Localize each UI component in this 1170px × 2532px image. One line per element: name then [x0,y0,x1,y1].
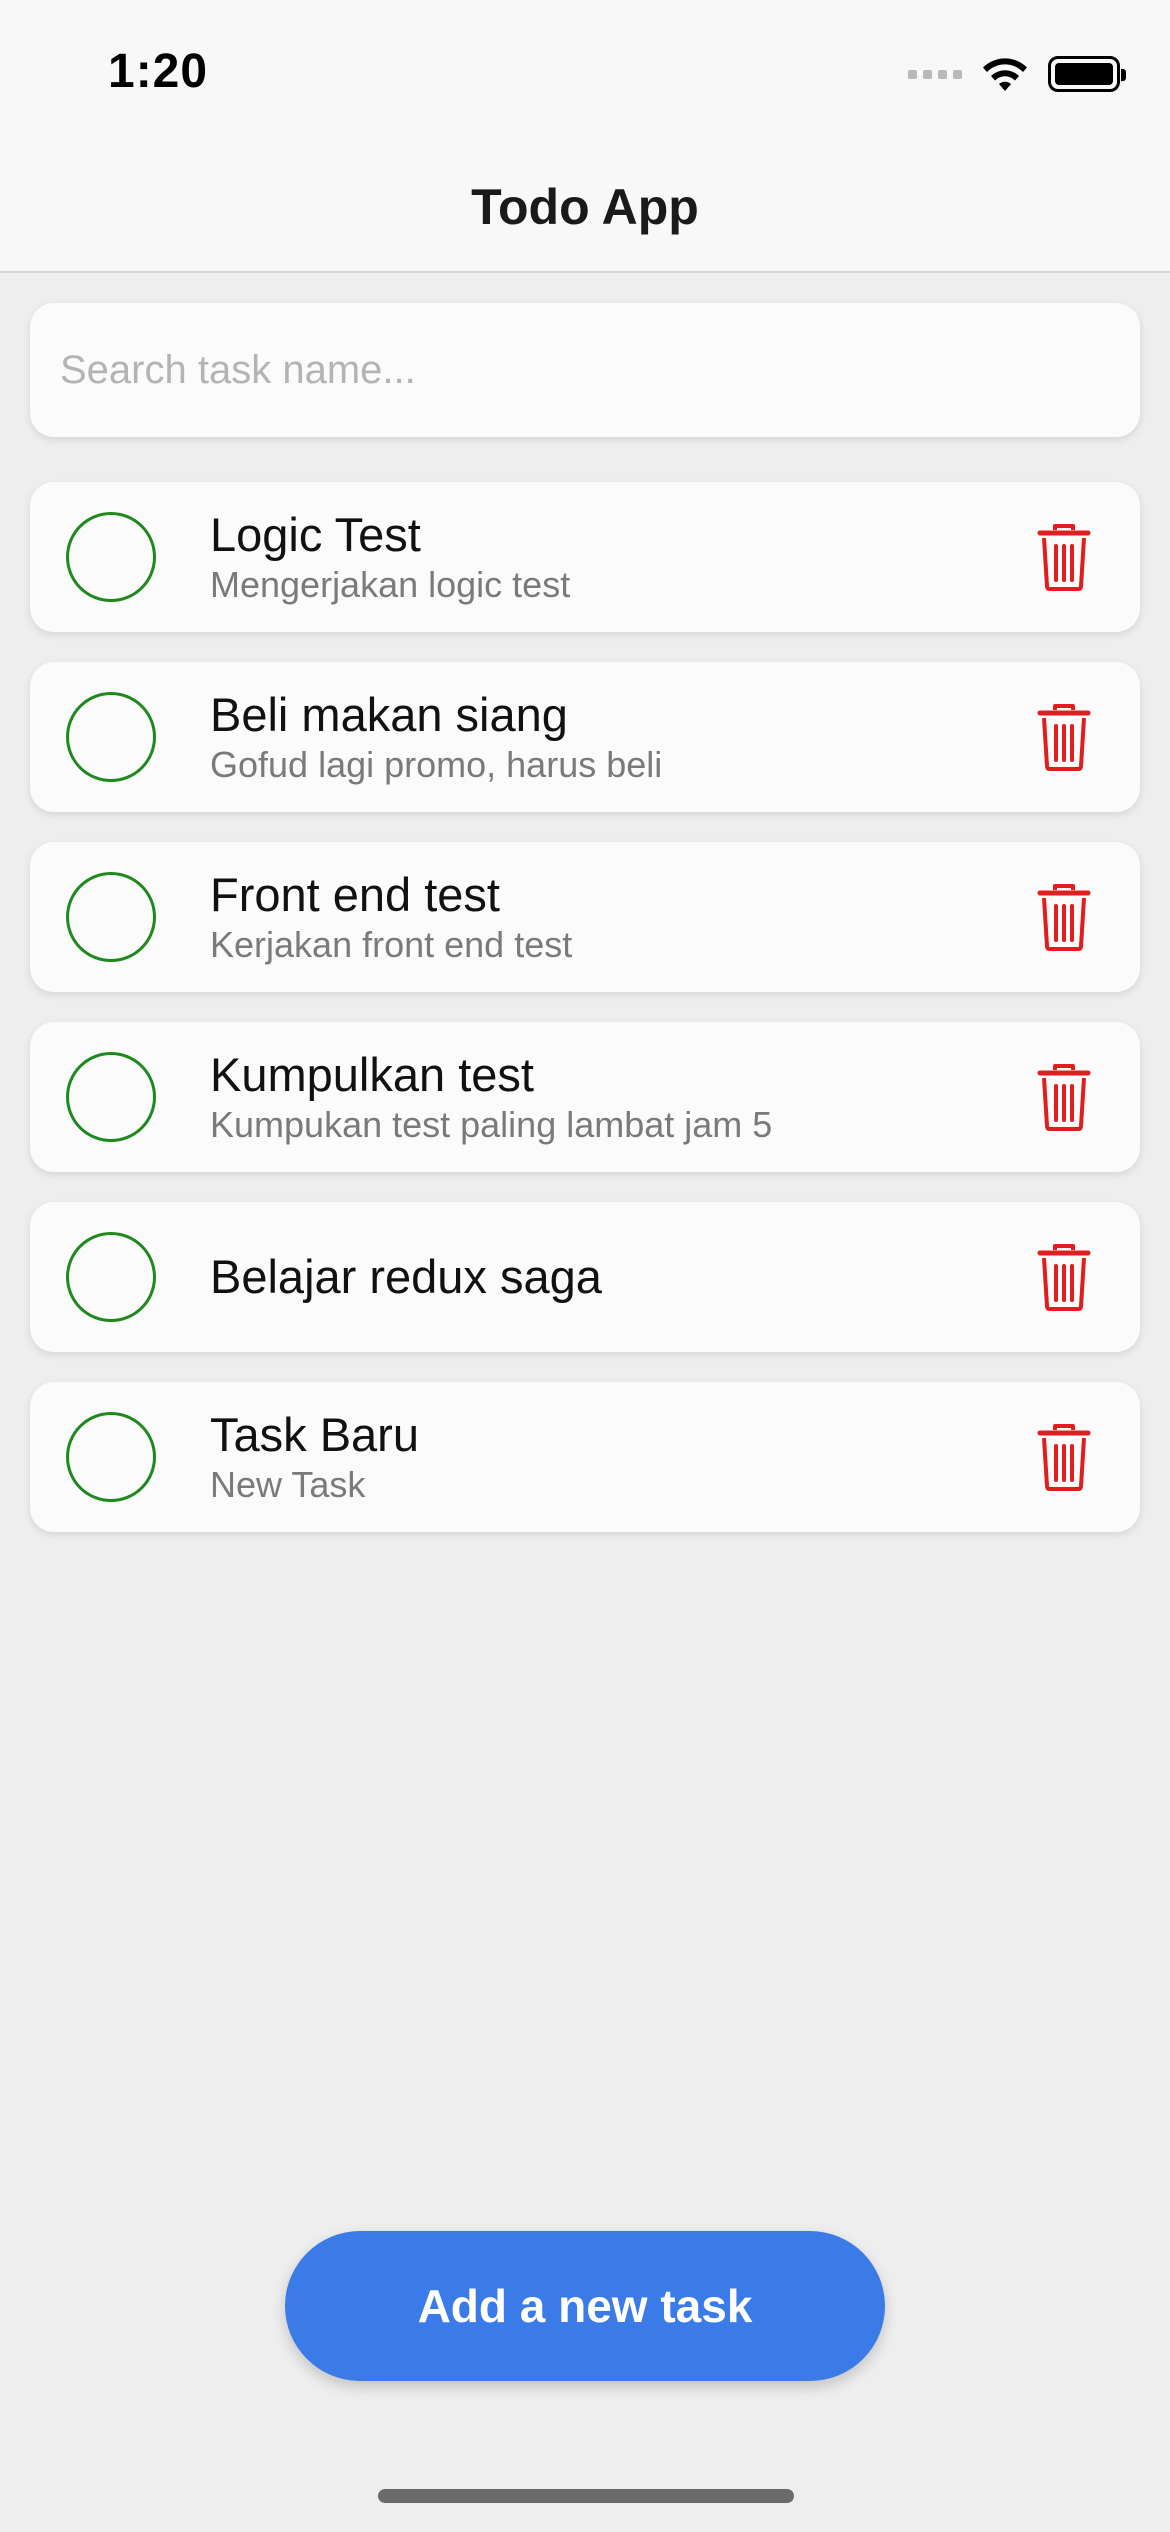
page-title: Todo App [471,179,699,235]
task-text: Front end test Kerjakan front end test [210,842,572,992]
complete-task-toggle[interactable] [66,1412,156,1502]
task-title: Logic Test [210,508,421,561]
trash-icon[interactable] [1036,1422,1092,1492]
task-description: Gofud lagi promo, harus beli [210,744,663,785]
task-title: Task Baru [210,1408,419,1461]
task-item: Beli makan siang Gofud lagi promo, harus… [30,662,1140,812]
task-text: Logic Test Mengerjakan logic test [210,482,570,632]
task-item: Kumpulkan test Kumpukan test paling lamb… [30,1022,1140,1172]
task-description: Kumpukan test paling lambat jam 5 [210,1104,773,1145]
complete-task-toggle[interactable] [66,872,156,962]
task-title: Front end test [210,868,500,921]
task-text: Belajar redux saga [210,1202,602,1352]
task-description: New Task [210,1464,366,1505]
trash-icon[interactable] [1036,1242,1092,1312]
task-text: Task Baru New Task [210,1382,419,1532]
complete-task-toggle[interactable] [66,692,156,782]
add-task-button[interactable]: Add a new task [285,2231,885,2381]
task-title: Belajar redux saga [210,1250,602,1303]
complete-task-toggle[interactable] [66,1052,156,1142]
todo-screen: 1:20 Todo App Logic Test Mengerjakan log… [0,0,1170,2532]
trash-icon[interactable] [1036,702,1092,772]
complete-task-toggle[interactable] [66,1232,156,1322]
trash-icon[interactable] [1036,1062,1092,1132]
search-input[interactable] [30,303,1140,437]
task-title: Beli makan siang [210,688,568,741]
task-item: Task Baru New Task [30,1382,1140,1532]
home-indicator[interactable] [378,2489,794,2503]
battery-icon [1048,56,1126,92]
task-item: Logic Test Mengerjakan logic test [30,482,1140,632]
trash-icon[interactable] [1036,522,1092,592]
task-text: Kumpulkan test Kumpukan test paling lamb… [210,1022,772,1172]
task-list: Logic Test Mengerjakan logic test Beli m… [30,482,1140,1562]
search-box [30,303,1140,437]
app-header: 1:20 Todo App [0,0,1170,273]
task-title: Kumpulkan test [210,1048,534,1101]
status-icons [908,54,1126,94]
status-time: 1:20 [108,45,209,98]
task-item: Belajar redux saga [30,1202,1140,1352]
cellular-signal-icon [908,69,962,79]
trash-icon[interactable] [1036,882,1092,952]
task-item: Front end test Kerjakan front end test [30,842,1140,992]
task-description: Kerjakan front end test [210,924,573,965]
complete-task-toggle[interactable] [66,512,156,602]
task-description: Mengerjakan logic test [210,564,571,605]
wifi-icon [983,58,1027,91]
task-text: Beli makan siang Gofud lagi promo, harus… [210,662,662,812]
